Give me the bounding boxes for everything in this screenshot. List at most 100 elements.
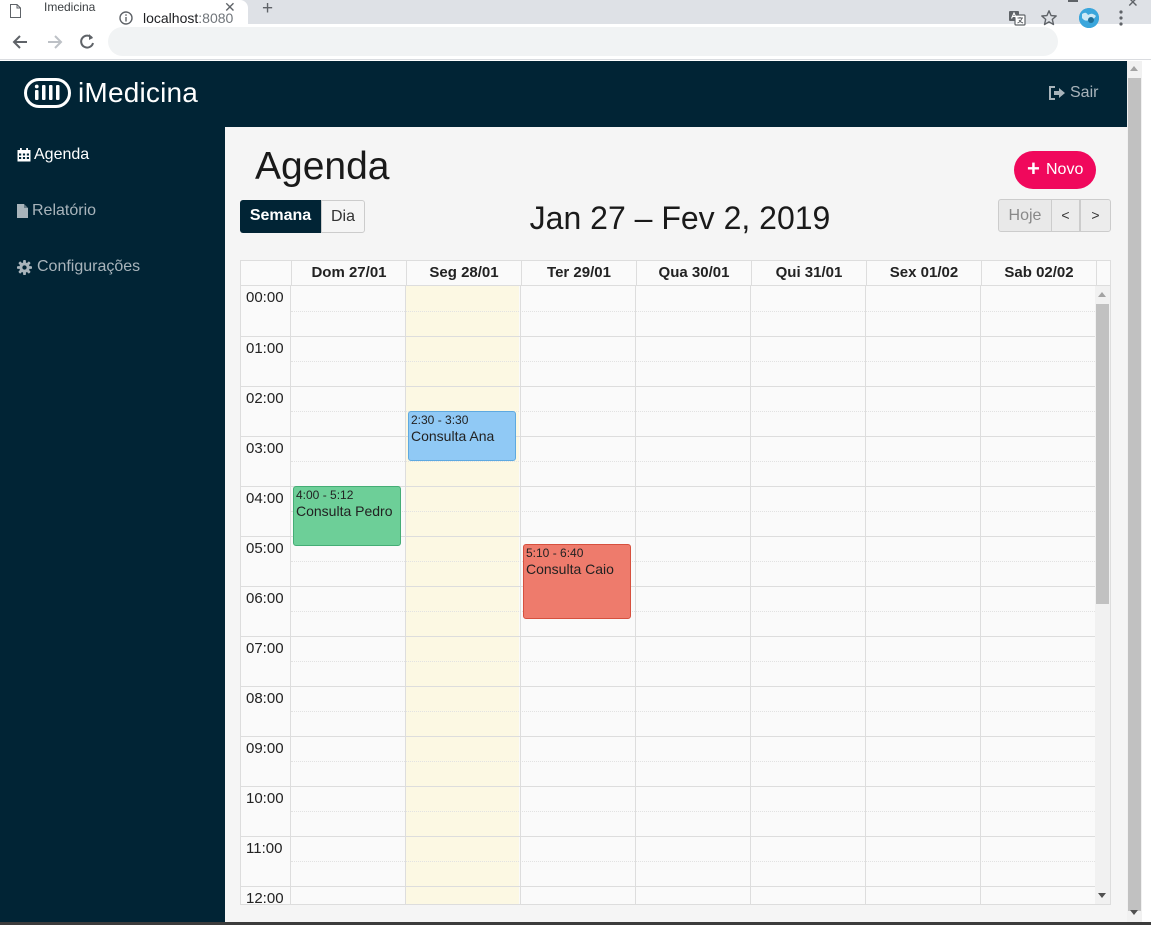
hour-label: 02:00 [246, 390, 284, 407]
event-time: 2:30 - 3:30 [411, 413, 469, 427]
sidebar [0, 127, 225, 925]
day-header: Qua 30/01 [636, 261, 751, 286]
new-button-label: Novo [1046, 161, 1084, 178]
day-column-divider [750, 286, 751, 904]
new-tab-icon[interactable]: + [262, 0, 273, 20]
half-hour-line [291, 561, 1095, 562]
view-week-button[interactable]: Semana [240, 200, 321, 233]
window-close-icon[interactable]: ✕ [1127, 0, 1139, 11]
sidebar-item-label: Relatório [32, 202, 97, 219]
bookmark-star-icon[interactable] [1040, 9, 1058, 27]
calendar-event[interactable]: 2:30 - 3:30 Consulta Ana [408, 411, 516, 461]
week-calendar: Dom 27/01 Seg 28/01 Ter 29/01 Qua 30/01 Qui … [240, 260, 1111, 905]
hour-row[interactable]: 12:00 [241, 886, 1095, 905]
event-title: Consulta Pedro [296, 503, 393, 519]
event-time: 5:10 - 6:40 [526, 546, 584, 561]
sign-out-icon [1049, 86, 1065, 100]
half-hour-line [291, 661, 1095, 662]
calendar-event[interactable]: 4:00 - 5:12 Consulta Pedro [293, 486, 401, 546]
address-bar[interactable] [108, 27, 1058, 56]
hour-label: 01:00 [246, 340, 284, 357]
hour-label: 04:00 [246, 490, 284, 507]
page-icon [10, 4, 21, 18]
screen: Imedicina ✕ + ✕ localhost:8080 iMedicina… [0, 0, 1151, 925]
page-scrollbar[interactable] [1127, 61, 1142, 925]
day-column-divider [980, 286, 981, 904]
day-header: Seg 28/01 [406, 261, 521, 286]
page-title: Agenda [255, 145, 390, 188]
hour-label: 06:00 [246, 590, 284, 607]
browser-toolbar [0, 24, 1151, 60]
window-edge [1142, 61, 1151, 925]
window-minimize-icon[interactable] [1068, 0, 1078, 2]
sidebar-item-label: Configurações [37, 258, 141, 275]
day-column-divider [635, 286, 636, 904]
half-hour-line [291, 461, 1095, 462]
time-gutter-header [241, 261, 291, 286]
calendar-icon [17, 148, 31, 162]
hour-label: 11:00 [246, 840, 283, 857]
logout-label: Sair [1070, 84, 1099, 101]
hour-label: 03:00 [246, 440, 284, 457]
date-range-title: Jan 27 – Fev 2, 2019 [529, 200, 831, 236]
day-column-divider [865, 286, 866, 904]
day-column-divider [290, 286, 291, 904]
day-header: Qui 31/01 [751, 261, 866, 286]
day-header: Sab 02/02 [981, 261, 1096, 286]
url-text[interactable]: localhost:8080 [143, 10, 233, 26]
header-divider [1096, 261, 1097, 286]
hour-label: 08:00 [246, 690, 284, 707]
new-appointment-button[interactable]: + Novo [1014, 151, 1096, 189]
calendar-scrollbar[interactable] [1095, 286, 1110, 904]
hour-label: 09:00 [246, 740, 284, 757]
scroll-up-arrow-icon[interactable] [1130, 66, 1138, 71]
hour-label: 12:00 [246, 890, 284, 905]
today-button[interactable]: Hoje [998, 199, 1052, 232]
day-column-divider [405, 286, 406, 904]
logo-icon [24, 78, 71, 108]
url-host: localhost [143, 10, 199, 26]
event-title: Consulta Caio [526, 561, 614, 578]
tab-title: Imedicina [44, 0, 96, 14]
hour-label: 10:00 [246, 790, 284, 807]
half-hour-line [291, 511, 1095, 512]
half-hour-line [291, 711, 1095, 712]
prev-week-button[interactable]: < [1051, 199, 1080, 232]
scroll-down-arrow-icon[interactable] [1130, 910, 1138, 915]
scroll-up-arrow-icon[interactable] [1098, 292, 1106, 297]
half-hour-line [291, 611, 1095, 612]
plus-icon: + [1027, 156, 1040, 181]
browser-menu-icon[interactable] [1119, 8, 1123, 28]
half-hour-line [291, 811, 1095, 812]
calendar-body[interactable]: 00:00 01:00 02:00 03:00 04:00 05:00 06:00 07:00… [241, 286, 1096, 905]
reload-icon[interactable] [77, 32, 97, 52]
half-hour-line [291, 861, 1095, 862]
avatar-icon [1079, 8, 1099, 28]
hour-label: 05:00 [246, 540, 284, 557]
event-title: Consulta Ana [411, 428, 495, 444]
scrollbar-thumb[interactable] [1096, 304, 1109, 604]
sidebar-item-label: Agenda [34, 146, 90, 163]
file-icon [17, 204, 28, 218]
scrollbar-thumb[interactable] [1128, 78, 1141, 911]
calendar-event[interactable]: 5:10 - 6:40 Consulta Caio [523, 544, 631, 620]
scroll-down-arrow-icon[interactable] [1098, 893, 1106, 898]
day-header: Sex 01/02 [866, 261, 981, 286]
translate-icon[interactable] [1008, 9, 1026, 27]
gear-icon [17, 260, 32, 275]
event-time: 4:00 - 5:12 [296, 488, 354, 502]
day-header: Dom 27/01 [291, 261, 406, 286]
half-hour-line [291, 761, 1095, 762]
view-day-button[interactable]: Dia [321, 200, 365, 233]
calendar-header: Dom 27/01 Seg 28/01 Ter 29/01 Qua 30/01 Qui … [241, 261, 1110, 286]
brand-name: iMedicina [78, 77, 199, 108]
site-info-icon[interactable] [119, 11, 133, 25]
back-icon[interactable] [11, 32, 31, 52]
next-week-button[interactable]: > [1080, 199, 1111, 232]
url-port: :8080 [198, 10, 234, 26]
profile-avatar[interactable] [1079, 8, 1099, 28]
day-column-divider [520, 286, 521, 904]
half-hour-line [291, 361, 1095, 362]
day-header: Ter 29/01 [521, 261, 636, 286]
forward-icon[interactable] [44, 32, 64, 52]
